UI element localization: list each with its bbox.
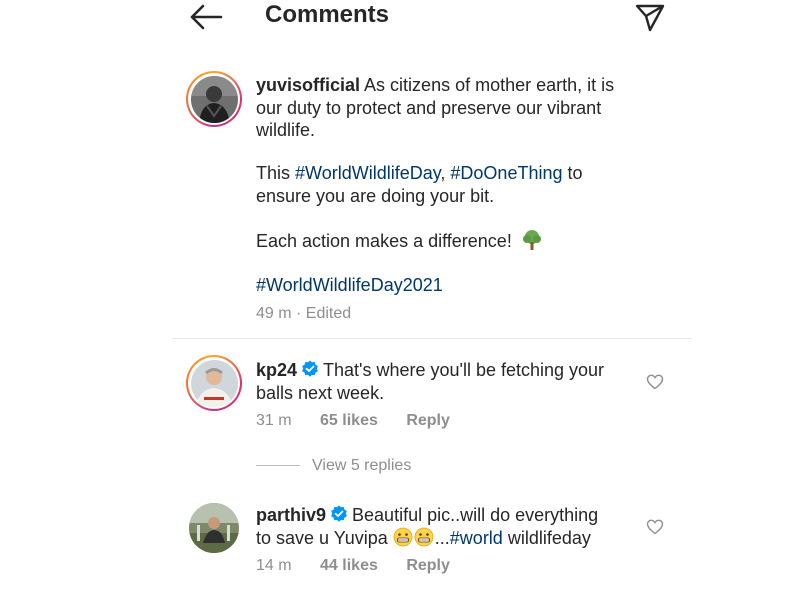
like-heart-icon[interactable] [646,373,664,391]
comment-time: 14 m [256,557,292,574]
view-replies-line [256,465,300,466]
verified-badge-icon [331,505,347,522]
hashtag-worldwildlifeday[interactable]: #WorldWildlifeDay [295,163,440,183]
comment-text-parthiv9: parthiv9 Beautiful pic..will do everythin… [256,504,656,549]
comment-username[interactable]: parthiv9 [256,505,326,525]
comment-text-fragment: wildlifeday [502,527,591,548]
divider [172,338,692,339]
comment-username[interactable]: kp24 [256,360,297,380]
comment-likes[interactable]: 44 likes [320,557,378,574]
comment-meta-parthiv9: 14 m 44 likes Reply [256,557,450,575]
comment-time: 31 m [256,412,292,429]
header: Comments [0,0,806,40]
verified-badge-icon [302,360,318,377]
avatar-image [190,75,238,123]
comment-text-fragment: to save u Yuvipa [256,527,393,548]
like-heart-icon[interactable] [646,518,664,536]
hashtag-doonething[interactable]: #DoOneThing [450,163,562,183]
caption-text-fragment: to [562,163,583,183]
direct-message-icon[interactable] [633,2,667,32]
avatar-ring-inner [188,357,240,409]
hashtag-worldwildlifeday2021[interactable]: #WorldWildlifeDay2021 [256,275,443,295]
hashtag-world[interactable]: #world [450,528,503,548]
caption-line: ensure you are doing your bit. [256,185,495,206]
caption-text: yuvisofficial As citizens of mother eart… [256,74,676,142]
caption-line: Each action makes a difference! [256,231,512,251]
caption-line-3: wildlife. [256,120,316,140]
back-arrow-icon[interactable] [188,2,224,32]
view-replies-button[interactable]: View 5 replies [312,457,411,475]
caption-username[interactable]: yuvisofficial [256,75,360,95]
comment-line-1: Beautiful pic..will do everything [352,505,599,525]
comment-avatar-kp24[interactable] [186,355,242,411]
caption-text-fragment: This [256,163,296,183]
tree-emoji-icon [522,230,541,250]
reply-button[interactable]: Reply [406,557,450,574]
caption-line-1: As citizens of mother earth, it is [360,75,615,95]
avatar-ring-inner [188,73,240,125]
grimace-emoji-icon [393,527,413,546]
caption-line-2: our duty to protect and preserve our vib… [256,97,602,118]
page-title: Comments [265,1,390,28]
comment-text-kp24: kp24 That's where you'll be fetching your… [256,359,656,404]
comment-meta-kp24: 31 m 65 likes Reply [256,412,450,430]
caption-paragraph-2: This #WorldWildlifeDay, #DoOneThing to e… [256,162,676,207]
caption-separator: , [440,163,451,183]
caption-paragraph-4: #WorldWildlifeDay2021 [256,274,443,297]
comment-line-1: That's where you'll be fetching your [323,360,605,380]
comment-text-fragment: ... [434,527,450,548]
caption-avatar[interactable] [186,71,242,127]
comment-avatar-parthiv9[interactable] [189,503,239,553]
reply-button[interactable]: Reply [406,412,450,429]
caption-paragraph-3: Each action makes a difference! [256,229,676,253]
comment-likes[interactable]: 65 likes [320,412,378,429]
avatar-image [190,359,238,407]
caption-meta: 49 m · Edited [256,305,352,322]
comment-line-2: balls next week. [256,382,385,403]
grimace-emoji-icon [414,527,434,546]
